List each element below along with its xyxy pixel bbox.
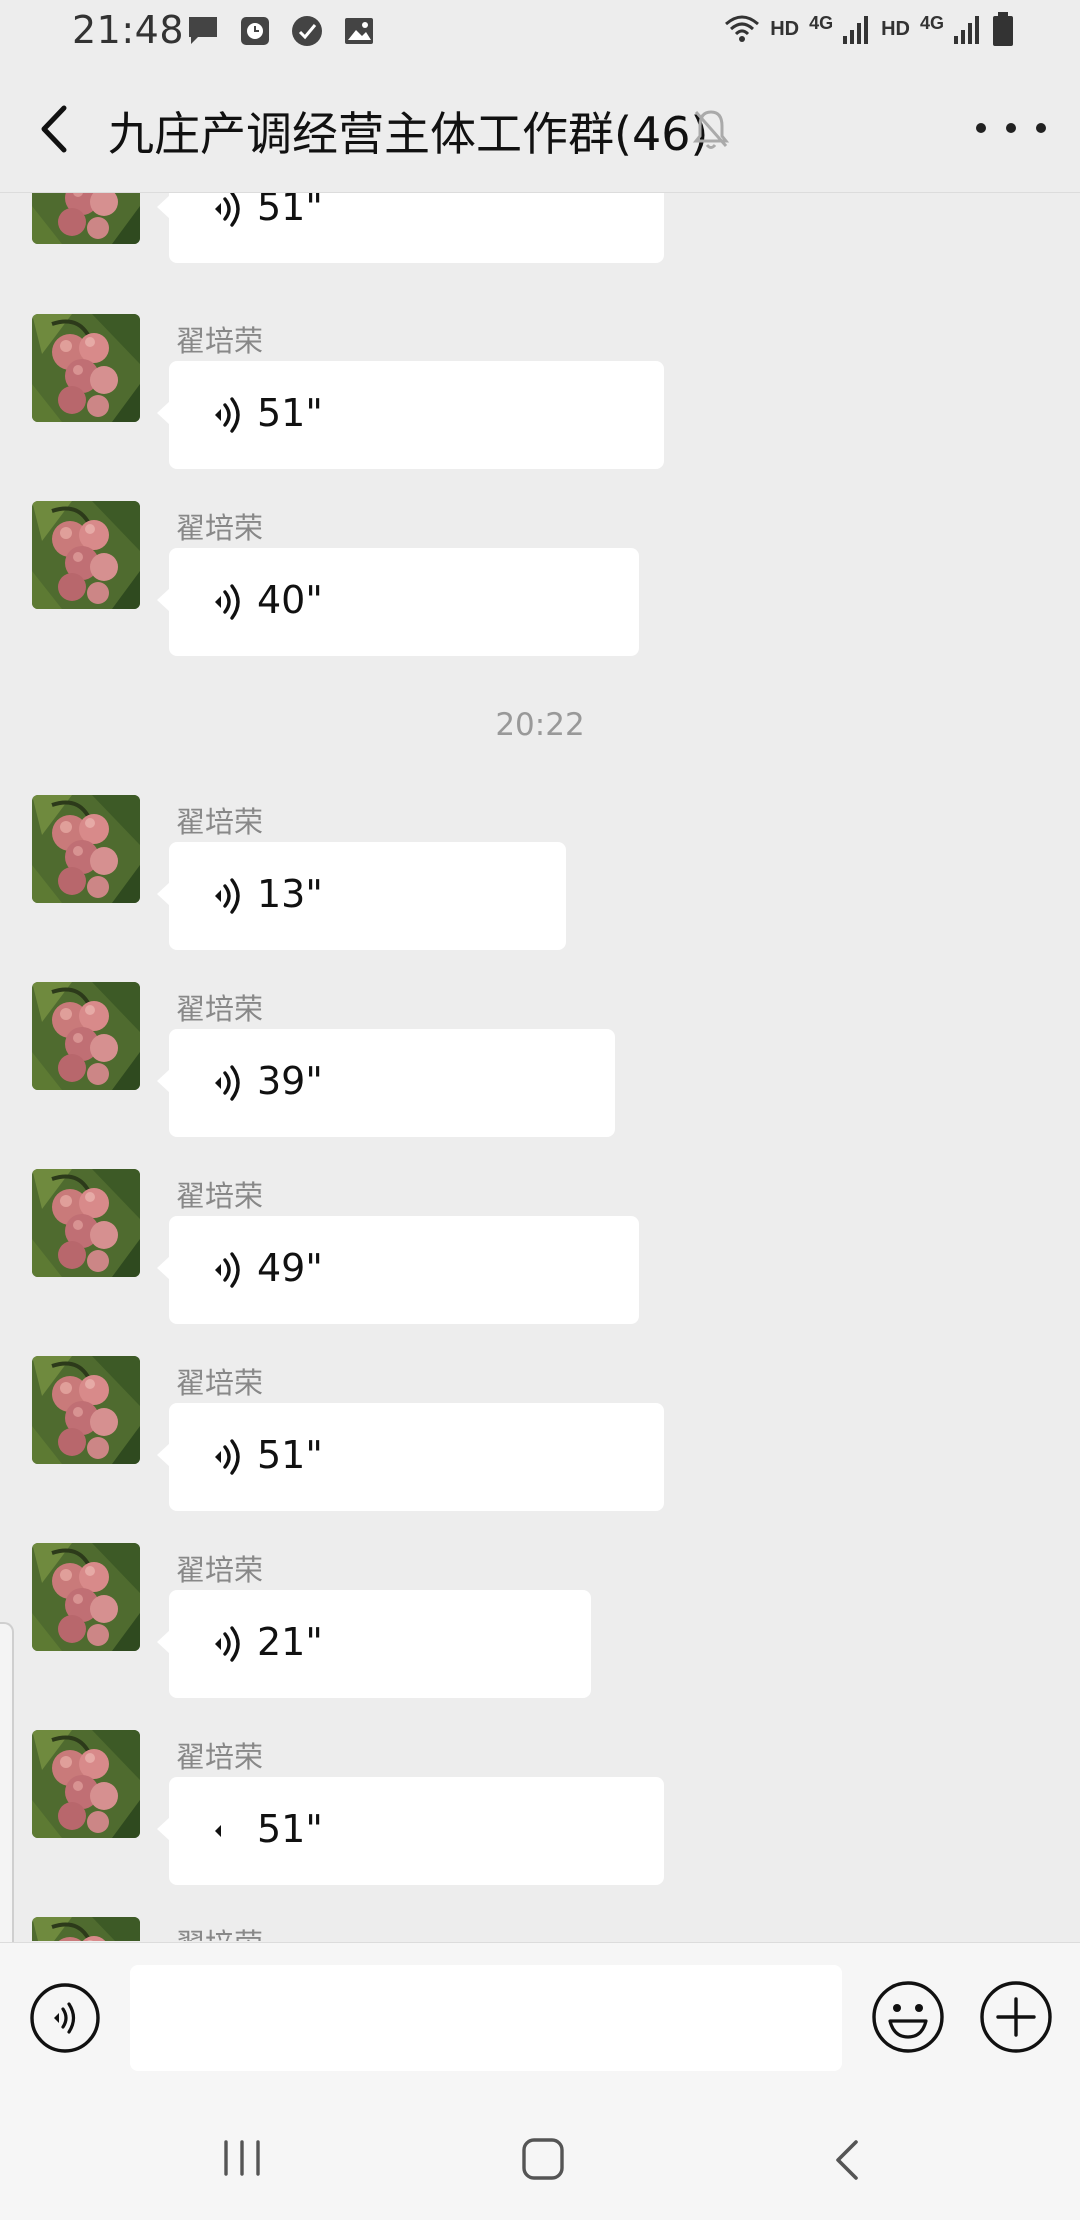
- message-timestamp: 20:22: [495, 707, 585, 743]
- voice-duration: 21": [257, 1620, 323, 1664]
- avatar[interactable]: [32, 193, 140, 244]
- voice-duration: 51": [257, 391, 323, 435]
- voice-message-bubble[interactable]: 51": [157, 1403, 664, 1511]
- sender-name: 翟培荣: [176, 511, 264, 545]
- avatar[interactable]: [32, 501, 140, 609]
- avatar[interactable]: [32, 314, 140, 422]
- sender-name: 翟培荣: [176, 1921, 263, 1941]
- voice-message-bubble[interactable]: 39": [157, 1029, 615, 1137]
- voice-duration: 49": [257, 1246, 323, 1290]
- sender-name: 翟培荣: [176, 992, 264, 1026]
- voice-duration: 51": [257, 1433, 323, 1477]
- input-bar: [0, 1942, 1080, 2093]
- home-icon[interactable]: [520, 2136, 566, 2182]
- message-list[interactable]: 51" 翟培荣 51" 翟培荣 40" 20:22 翟培荣 13" 翟培荣 39…: [0, 193, 1080, 1941]
- chat-header: 九庄产调经营主体工作群(46): [0, 66, 1080, 193]
- message-notification-icon: [189, 17, 217, 44]
- voice-wave-icon: [209, 876, 243, 916]
- sender-name: 翟培荣: [176, 1366, 264, 1400]
- chat-screen: 21:48 HD 4G HD 4G 九庄产调经营主体工作群(46) 51" 翟培…: [0, 0, 1080, 2220]
- battery-icon: [993, 12, 1013, 46]
- voice-message-bubble[interactable]: 51": [157, 1777, 664, 1885]
- back-nav-icon[interactable]: [828, 2136, 864, 2184]
- sender-name: 翟培荣: [176, 1740, 264, 1774]
- voice-message-bubble[interactable]: 49": [157, 1216, 639, 1324]
- voice-message-bubble[interactable]: 51": [157, 193, 664, 263]
- avatar[interactable]: [32, 1356, 140, 1464]
- system-indicators: HD 4G HD 4G: [724, 12, 1014, 46]
- voice-duration: 40": [257, 578, 323, 622]
- system-navigation-bar: [0, 2092, 1080, 2220]
- wifi-icon: [725, 15, 760, 42]
- gallery-icon: [345, 18, 373, 44]
- more-horizontal-icon[interactable]: [976, 108, 1046, 148]
- voice-wave-icon: [209, 193, 243, 229]
- voice-wave-icon: [209, 1250, 243, 1290]
- voice-message-bubble[interactable]: 21": [157, 1590, 591, 1698]
- signal-icon-2: [954, 16, 979, 44]
- status-bar: 21:48 HD 4G HD 4G: [0, 0, 1080, 66]
- side-edge-handle[interactable]: [0, 1622, 14, 1956]
- voice-input-button[interactable]: [28, 1981, 102, 2055]
- avatar[interactable]: [32, 1917, 140, 1941]
- signal-icon-1: [843, 16, 869, 44]
- voice-duration: 13": [257, 872, 323, 916]
- plus-circle-icon[interactable]: [978, 1979, 1054, 2055]
- sender-name: 翟培荣: [176, 1553, 264, 1587]
- hd-label-2: HD: [881, 17, 910, 40]
- voice-duration: 51": [257, 1807, 323, 1851]
- hd-label-1: HD: [770, 17, 800, 40]
- avatar[interactable]: [32, 1169, 140, 1277]
- status-time: 21:48: [72, 8, 185, 52]
- clock-app-icon: [241, 17, 269, 45]
- voice-wave-icon: [209, 1624, 243, 1664]
- chevron-left-icon[interactable]: [30, 96, 80, 162]
- voice-duration: 51": [257, 193, 323, 229]
- dot: [976, 123, 986, 133]
- app-badge-icon: [292, 16, 322, 46]
- sender-name: 翟培荣: [176, 805, 264, 839]
- smiley-icon[interactable]: [870, 1979, 946, 2055]
- voice-wave-icon: [209, 582, 243, 622]
- bell-off-icon: [692, 110, 730, 149]
- avatar[interactable]: [32, 795, 140, 903]
- chat-title: 九庄产调经营主体工作群(46): [108, 107, 709, 161]
- dot: [1006, 123, 1016, 133]
- sender-name: 翟培荣: [176, 1179, 264, 1213]
- voice-wave-icon: [209, 1063, 243, 1103]
- notification-icons: [186, 14, 376, 48]
- voice-message-bubble[interactable]: 40": [157, 548, 639, 656]
- avatar[interactable]: [32, 1730, 140, 1838]
- voice-playing-icon: [215, 1825, 221, 1837]
- voice-duration: 39": [257, 1059, 323, 1103]
- avatar[interactable]: [32, 982, 140, 1090]
- voice-wave-icon: [209, 395, 243, 435]
- network-label-2: 4G: [919, 12, 944, 33]
- avatar[interactable]: [32, 1543, 140, 1651]
- dot: [1036, 123, 1046, 133]
- voice-wave-icon: [209, 1437, 243, 1477]
- voice-message-bubble[interactable]: 51": [157, 361, 664, 469]
- message-input[interactable]: [130, 1965, 842, 2071]
- recent-apps-icon[interactable]: [220, 2138, 264, 2178]
- network-label-1: 4G: [809, 12, 834, 33]
- sender-name: 翟培荣: [176, 324, 264, 358]
- voice-message-bubble[interactable]: 13": [157, 842, 566, 950]
